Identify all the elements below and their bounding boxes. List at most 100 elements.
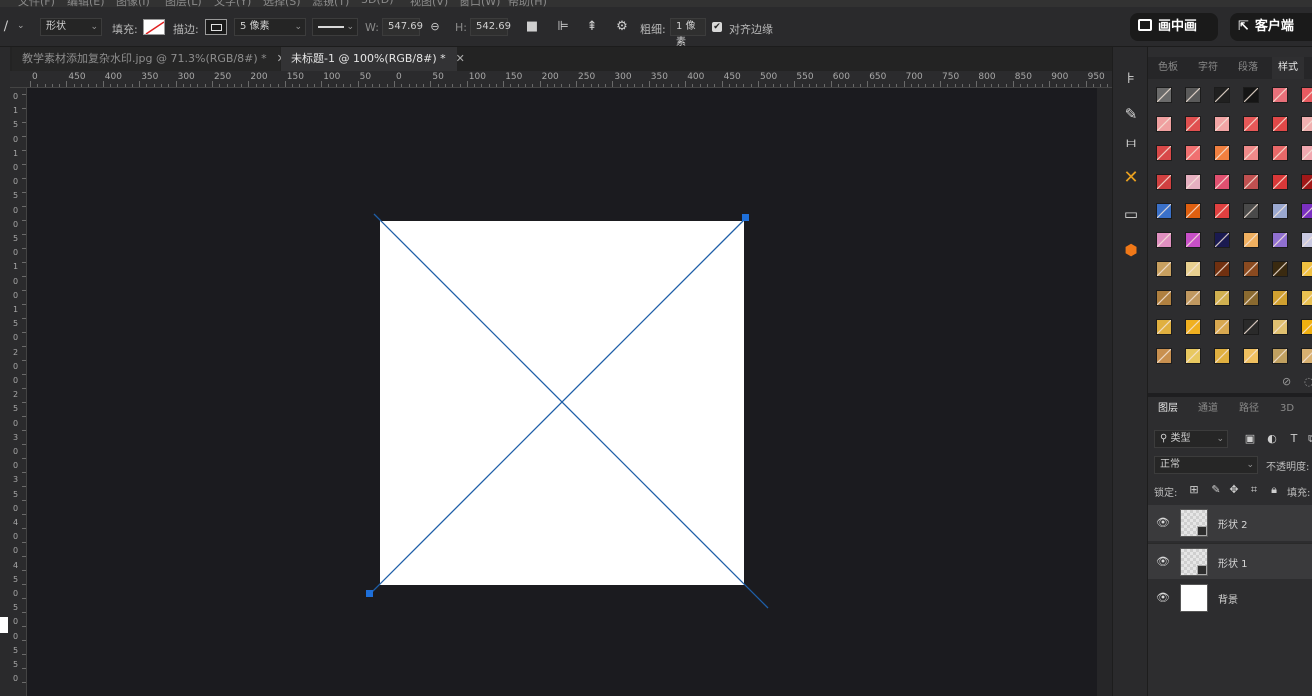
layer-name[interactable]: 形状 1 [1218,555,1248,570]
style-swatch[interactable] [1243,261,1259,277]
adjustments-icon[interactable]: ⧦ [1122,133,1140,151]
style-swatch[interactable] [1156,87,1172,103]
close-icon[interactable]: ✕ [456,52,465,65]
style-swatch[interactable] [1214,319,1230,335]
eye-icon[interactable]: 👁︎ [1156,591,1170,604]
style-swatch[interactable] [1156,348,1172,364]
gear-icon[interactable]: ⚙ [614,19,630,35]
tools-icon[interactable]: ✕ [1122,169,1140,187]
style-swatch[interactable] [1156,145,1172,161]
fill-swatch[interactable] [143,19,165,35]
layer-name[interactable]: 背景 [1218,591,1238,606]
weight-input[interactable]: 1 像素 [670,18,706,48]
stroke-type-select[interactable]: ⌄ [312,18,358,36]
type-filter-icon[interactable]: T [1288,432,1300,445]
menu-item[interactable]: 文件(F) [18,0,55,7]
lock-pixels-icon[interactable]: ✎ [1210,483,1222,496]
new-style-icon[interactable]: ◌ [1304,375,1312,388]
vertical-scrollbar[interactable] [1097,88,1112,696]
style-swatch[interactable] [1301,232,1312,248]
style-swatch[interactable] [1272,203,1288,219]
path-arrangement-icon[interactable]: ⇞ [584,19,600,35]
blend-mode-select[interactable]: 正常 ⌄ [1154,456,1258,474]
menu-item[interactable]: 图像(I) [116,0,150,7]
layer-row[interactable]: 👁︎ 形状 1 [1148,543,1312,579]
tab-styles[interactable]: 样式 [1272,57,1304,79]
style-swatch[interactable] [1301,261,1312,277]
style-swatch[interactable] [1185,203,1201,219]
layer-row[interactable]: 👁︎ 背景 [1148,580,1312,616]
style-swatch[interactable] [1214,348,1230,364]
style-swatch[interactable] [1272,174,1288,190]
style-swatch[interactable] [1301,203,1312,219]
layer-filter-select[interactable]: ⚲ 类型 ⌄ [1154,430,1228,448]
style-swatch[interactable] [1214,145,1230,161]
style-swatch[interactable] [1243,116,1259,132]
tab-channels[interactable]: 通道 [1198,398,1218,420]
menu-item[interactable]: 编辑(E) [67,0,105,7]
style-swatch[interactable] [1301,290,1312,306]
style-swatch[interactable] [1156,232,1172,248]
tab-paragraph[interactable]: 段落 [1238,57,1258,79]
client-button[interactable]: ⇱ 客户端 [1230,13,1312,41]
style-swatch[interactable] [1272,319,1288,335]
eye-icon[interactable]: 👁︎ [1156,555,1170,568]
style-swatch[interactable] [1243,203,1259,219]
style-swatch[interactable] [1185,319,1201,335]
width-input[interactable]: 547.69 [382,18,423,36]
style-swatch[interactable] [1214,290,1230,306]
style-swatch[interactable] [1214,174,1230,190]
tab-untitled-document[interactable]: 未标题-1 @ 100%(RGB/8#) * ✕ [281,47,465,71]
canvas-area[interactable] [28,88,1097,696]
style-swatch[interactable] [1214,203,1230,219]
layer-row[interactable]: 👁︎ 形状 2 [1148,505,1312,541]
style-swatch[interactable] [1156,319,1172,335]
style-swatch[interactable] [1156,203,1172,219]
style-swatch[interactable] [1243,232,1259,248]
style-swatch[interactable] [1301,145,1312,161]
foreground-color-icon[interactable] [0,617,8,633]
stroke-swatch[interactable] [205,19,227,35]
tab-paths[interactable]: 路径 [1239,398,1259,420]
anchor-point-top-right[interactable] [742,214,749,221]
eye-icon[interactable]: 👁︎ [1156,516,1170,529]
style-swatch[interactable] [1243,174,1259,190]
canvas-svg[interactable] [28,88,1097,696]
style-swatch[interactable] [1272,145,1288,161]
style-swatch[interactable] [1243,290,1259,306]
style-swatch[interactable] [1214,116,1230,132]
tool-preset-chevron-icon[interactable]: ⌄ [17,21,25,31]
style-swatch[interactable] [1156,261,1172,277]
style-swatch[interactable] [1301,348,1312,364]
shape-filter-icon[interactable]: ⧉ [1306,432,1312,446]
style-swatch[interactable] [1301,116,1312,132]
style-swatch[interactable] [1272,232,1288,248]
clear-style-icon[interactable]: ⊘ [1282,375,1291,388]
style-swatch[interactable] [1185,174,1201,190]
style-swatch[interactable] [1301,87,1312,103]
tool-bar[interactable] [0,47,10,696]
pip-button[interactable]: 画中画 [1130,13,1218,41]
style-swatch[interactable] [1156,290,1172,306]
menu-item[interactable]: 文字(Y) [214,0,251,7]
horizontal-ruler[interactable]: 0 450 400 350 300 250 200 150 100 50 0 50 100 150 200 2… [10,71,1112,88]
menu-item[interactable]: 滤镜(T) [312,0,349,7]
lock-position-icon[interactable]: ✥ [1228,483,1240,496]
style-swatch[interactable] [1185,116,1201,132]
menu-item[interactable]: 3D(D) [361,0,394,6]
style-swatch[interactable] [1243,145,1259,161]
align-edges-checkbox[interactable]: ✔ [712,22,722,32]
height-input[interactable]: 542.69 [470,18,511,36]
style-swatch[interactable] [1214,87,1230,103]
adjustment-filter-icon[interactable]: ◐ [1266,432,1278,445]
style-swatch[interactable] [1243,348,1259,364]
stroke-width-input[interactable]: 5 像素 ⌄ [234,18,306,36]
lock-transparency-icon[interactable]: ⊞ [1188,483,1200,496]
style-swatch[interactable] [1272,348,1288,364]
style-swatch[interactable] [1185,261,1201,277]
layer-name[interactable]: 形状 2 [1218,516,1248,531]
menu-item[interactable]: 帮助(H) [508,0,547,7]
tab-watermark-document[interactable]: 教学素材添加复杂水印.jpg @ 71.3%(RGB/8#) *✕ [12,47,286,71]
shape-mode-select[interactable]: 形状 ⌄ [40,18,102,36]
style-swatch[interactable] [1156,174,1172,190]
